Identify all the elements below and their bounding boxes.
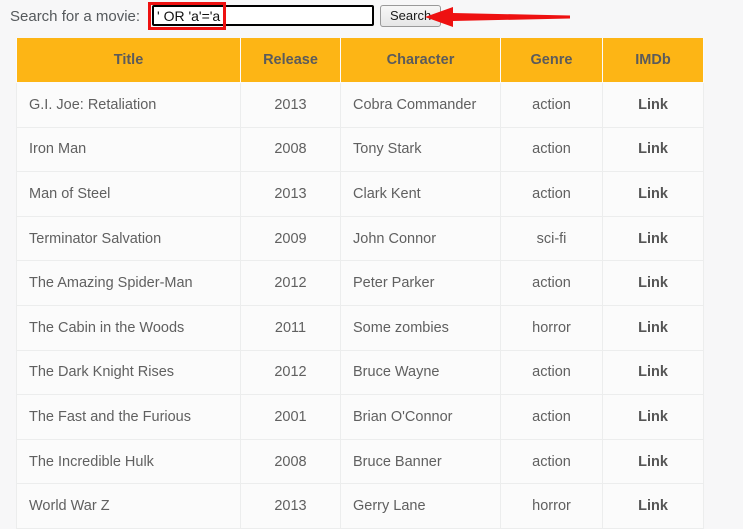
column-header-release[interactable]: Release <box>240 38 341 83</box>
cell-release: 2001 <box>240 394 341 440</box>
cell-genre: action <box>500 349 603 396</box>
cell-character: Cobra Commander <box>340 82 501 128</box>
table-row: The Cabin in the Woods 2011 Some zombies ho… <box>16 304 704 351</box>
search-bar: Search for a movie: Search <box>0 0 743 34</box>
cell-character: Some zombies <box>340 304 501 351</box>
imdb-link[interactable]: Link <box>602 483 704 529</box>
search-button[interactable]: Search <box>380 5 442 27</box>
table-row: The Incredible Hulk 2008 Bruce Banner actio… <box>16 438 704 485</box>
cell-release: 2013 <box>240 483 341 529</box>
table-row: Man of Steel 2013 Clark Kent action Link <box>16 171 704 217</box>
table-body: G.I. Joe: Retaliation 2013 Cobra Commander… <box>16 82 704 529</box>
cell-genre: action <box>500 126 603 173</box>
cell-title: Iron Man <box>16 126 241 173</box>
search-input[interactable] <box>152 5 374 26</box>
imdb-link[interactable]: Link <box>602 126 704 173</box>
cell-title: The Incredible Hulk <box>16 438 241 485</box>
table-row: G.I. Joe: Retaliation 2013 Cobra Commander… <box>16 82 704 128</box>
table-row: Iron Man 2008 Tony Stark action Link <box>16 126 704 173</box>
column-header-title[interactable]: Title <box>16 38 241 83</box>
cell-genre: horror <box>500 483 603 529</box>
table-row: Terminator Salvation 2009 John Connor sci-f… <box>16 215 704 262</box>
imdb-link[interactable]: Link <box>602 438 704 485</box>
cell-title: Terminator Salvation <box>16 215 241 262</box>
cell-genre: action <box>500 82 603 128</box>
cell-release: 2008 <box>240 438 341 485</box>
column-header-imdb[interactable]: IMDb <box>602 38 704 83</box>
cell-release: 2012 <box>240 349 341 396</box>
imdb-link[interactable]: Link <box>602 215 704 262</box>
cell-character: Clark Kent <box>340 171 501 217</box>
imdb-link[interactable]: Link <box>602 349 704 396</box>
movie-results-table: Title Release Character Genre IMDb G.I. … <box>16 38 704 529</box>
cell-genre: horror <box>500 304 603 351</box>
table-header-row: Title Release Character Genre IMDb <box>16 38 704 83</box>
cell-genre: action <box>500 438 603 485</box>
cell-character: John Connor <box>340 215 501 262</box>
cell-character: Peter Parker <box>340 260 501 306</box>
cell-genre: action <box>500 394 603 440</box>
cell-title: World War Z <box>16 483 241 529</box>
cell-release: 2008 <box>240 126 341 173</box>
table-header: Title Release Character Genre IMDb <box>16 38 704 83</box>
cell-genre: sci-fi <box>500 215 603 262</box>
imdb-link[interactable]: Link <box>602 171 704 217</box>
imdb-link[interactable]: Link <box>602 394 704 440</box>
cell-title: Man of Steel <box>16 171 241 217</box>
cell-character: Gerry Lane <box>340 483 501 529</box>
column-header-genre[interactable]: Genre <box>500 38 603 83</box>
cell-character: Bruce Banner <box>340 438 501 485</box>
cell-release: 2013 <box>240 82 341 128</box>
imdb-link[interactable]: Link <box>602 82 704 128</box>
imdb-link[interactable]: Link <box>602 304 704 351</box>
cell-title: The Dark Knight Rises <box>16 349 241 396</box>
cell-release: 2012 <box>240 260 341 306</box>
cell-release: 2009 <box>240 215 341 262</box>
cell-genre: action <box>500 260 603 306</box>
cell-release: 2013 <box>240 171 341 217</box>
cell-character: Bruce Wayne <box>340 349 501 396</box>
cell-character: Tony Stark <box>340 126 501 173</box>
search-label: Search for a movie: <box>10 8 141 25</box>
table-row: The Dark Knight Rises 2012 Bruce Wayne acti… <box>16 349 704 396</box>
cell-release: 2011 <box>240 304 341 351</box>
cell-title: The Amazing Spider-Man <box>16 260 241 306</box>
table-row: World War Z 2013 Gerry Lane horror Link <box>16 483 704 529</box>
cell-title: The Fast and the Furious <box>16 394 241 440</box>
table-row: The Amazing Spider-Man 2012 Peter Parker ac… <box>16 260 704 306</box>
cell-character: Brian O'Connor <box>340 394 501 440</box>
table-row: The Fast and the Furious 2001 Brian O'Conn… <box>16 394 704 440</box>
cell-title: The Cabin in the Woods <box>16 304 241 351</box>
cell-title: G.I. Joe: Retaliation <box>16 82 241 128</box>
column-header-character[interactable]: Character <box>340 38 501 83</box>
imdb-link[interactable]: Link <box>602 260 704 306</box>
cell-genre: action <box>500 171 603 217</box>
